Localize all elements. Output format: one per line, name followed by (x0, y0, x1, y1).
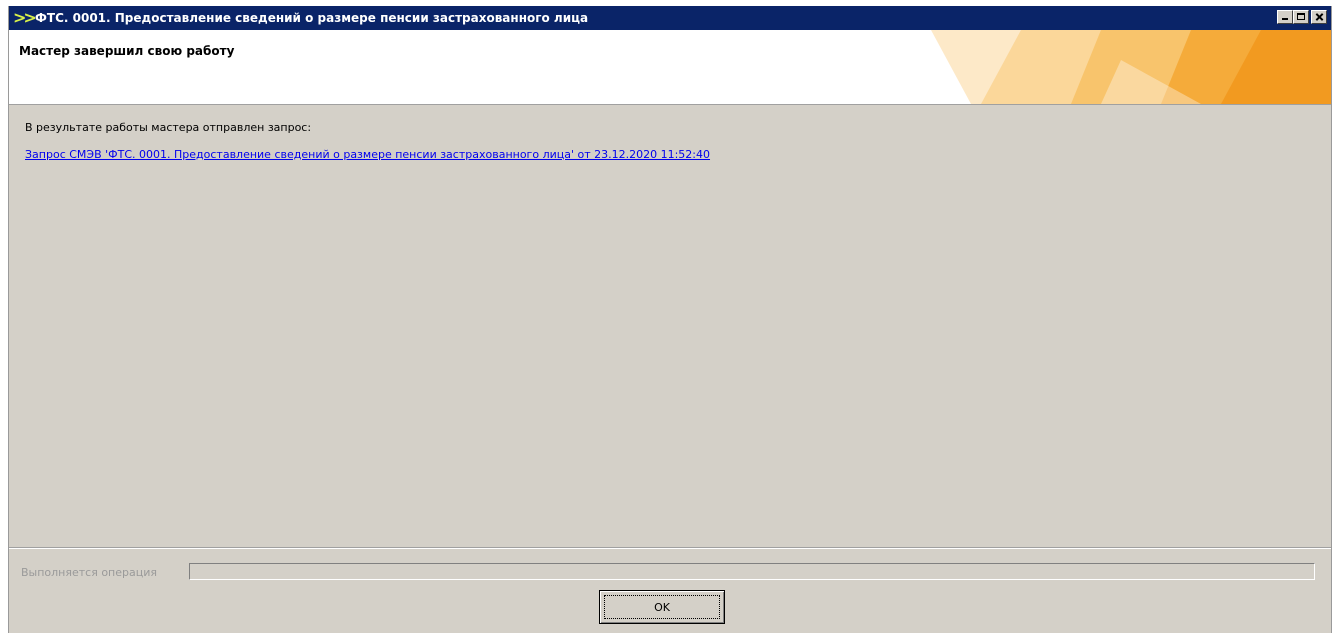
footer-separator (9, 547, 1331, 549)
smev-request-link[interactable]: Запрос СМЭВ 'ФТС. 0001. Предоставление с… (25, 148, 710, 161)
result-intro-text: В результате работы мастера отправлен за… (25, 121, 312, 134)
wizard-content: В результате работы мастера отправлен за… (9, 105, 1331, 547)
ok-button-label: OK (604, 595, 720, 619)
wizard-window: >> ФТС. 0001. Предоставление сведений о … (8, 6, 1332, 633)
header-title: Мастер завершил свою работу (19, 44, 235, 58)
window-controls (1277, 10, 1327, 24)
progress-label: Выполняется операция (21, 566, 157, 579)
window-title: ФТС. 0001. Предоставление сведений о раз… (35, 11, 589, 25)
title-bar[interactable]: >> ФТС. 0001. Предоставление сведений о … (9, 6, 1331, 30)
ok-button[interactable]: OK (599, 590, 725, 624)
header-decoration (871, 30, 1331, 104)
close-icon[interactable] (1311, 10, 1327, 24)
wizard-header: Мастер завершил свою работу (9, 30, 1331, 105)
app-chevron-icon: >> (13, 8, 37, 27)
maximize-icon[interactable] (1293, 10, 1309, 24)
progress-bar (189, 563, 1315, 580)
minimize-icon[interactable] (1277, 10, 1293, 24)
